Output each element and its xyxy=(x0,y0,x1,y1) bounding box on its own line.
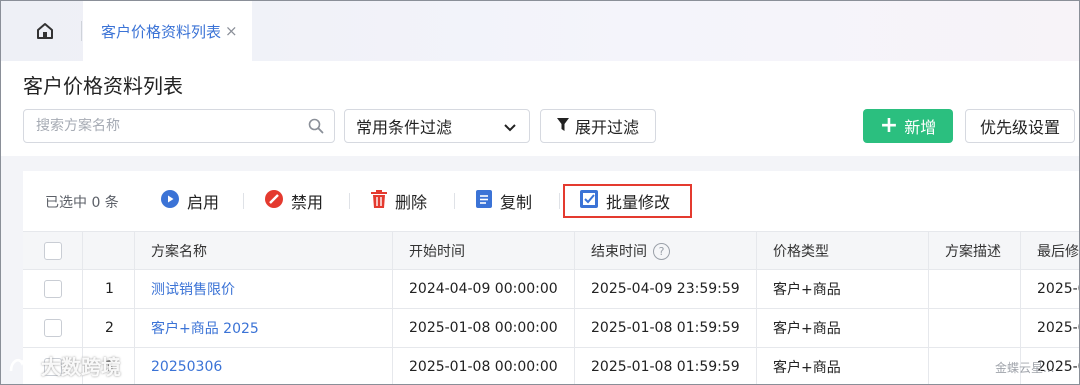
priority-settings-button[interactable]: 优先级设置 xyxy=(965,109,1075,143)
row-end-time: 2025-01-08 01:59:59 xyxy=(575,348,757,384)
tab-customer-price-list[interactable]: 客户价格资料列表 × xyxy=(83,1,252,61)
watermark-right: 金蝶云星... xyxy=(995,361,1055,375)
header-start-time[interactable]: 开始时间 xyxy=(393,232,575,270)
watermark-left-text: 大数跨境 xyxy=(41,355,121,379)
toolbar-divider xyxy=(454,193,455,209)
tab-label: 客户价格资料列表 xyxy=(101,22,222,41)
batch-toolbar: 已选中 0 条 启用 禁用 删除 复制 批量修改 xyxy=(23,171,1079,231)
table-row[interactable]: 2 客户+商品 2025 2025-01-08 00:00:00 2025-01… xyxy=(23,309,1079,348)
header-index xyxy=(83,232,135,270)
row-checkbox[interactable] xyxy=(44,319,62,337)
table-row[interactable]: 1 测试销售限价 2024-04-09 00:00:00 2025-04-09 … xyxy=(23,270,1079,309)
checkbox-edit-icon xyxy=(580,190,598,212)
row-start-time: 2025-01-08 00:00:00 xyxy=(393,309,575,347)
row-start-time: 2024-04-09 00:00:00 xyxy=(393,270,575,308)
row-plan-desc xyxy=(929,309,1021,347)
expand-filter-label: 展开过滤 xyxy=(574,118,639,137)
search-box xyxy=(23,109,335,143)
priority-settings-label: 优先级设置 xyxy=(979,118,1060,137)
watermark-logo-icon xyxy=(9,354,35,378)
enable-button[interactable]: 启用 xyxy=(161,189,219,213)
row-price-type: 客户+商品 xyxy=(757,348,929,384)
copy-button[interactable]: 复制 xyxy=(476,189,532,213)
common-filter-select[interactable]: 常用条件过滤 xyxy=(344,109,530,143)
row-last-modified: 2025-0 xyxy=(1037,320,1079,336)
row-plan-desc xyxy=(929,270,1021,308)
disable-label: 禁用 xyxy=(291,193,324,212)
select-all-cell xyxy=(23,232,83,270)
row-price-type: 客户+商品 xyxy=(757,270,929,308)
page-title: 客户价格资料列表 xyxy=(23,74,183,98)
disable-button[interactable]: 禁用 xyxy=(265,189,323,213)
search-icon[interactable] xyxy=(308,118,324,138)
list-card: 已选中 0 条 启用 禁用 删除 复制 批量修改 方案名称 开始时间 结束时间 … xyxy=(23,171,1079,384)
copy-label: 复制 xyxy=(500,193,533,212)
row-select-cell xyxy=(23,309,83,347)
search-input[interactable] xyxy=(24,110,294,142)
row-plan-name-link[interactable]: 测试销售限价 xyxy=(135,270,393,308)
toolbar-divider xyxy=(243,193,244,209)
add-new-button[interactable]: + 新增 xyxy=(863,109,953,143)
row-start-time: 2025-01-08 00:00:00 xyxy=(393,348,575,384)
selected-count: 已选中 0 条 xyxy=(45,195,119,211)
home-icon[interactable] xyxy=(29,17,61,45)
delete-button[interactable]: 删除 xyxy=(371,189,427,213)
batch-edit-button[interactable]: 批量修改 xyxy=(580,189,670,213)
watermark-left: 大数跨境 xyxy=(9,351,121,380)
row-checkbox[interactable] xyxy=(44,280,62,298)
chevron-down-icon xyxy=(503,120,517,139)
table-header-row: 方案名称 开始时间 结束时间 ? 价格类型 方案描述 最后修 xyxy=(23,231,1079,270)
app-window: 客户价格资料列表 × 客户价格资料列表 常用条件过滤 xyxy=(0,0,1080,385)
header-end-time-label: 结束时间 xyxy=(591,244,647,260)
row-plan-name-link[interactable]: 20250306 xyxy=(135,348,393,384)
expand-filter-button[interactable]: 展开过滤 xyxy=(540,109,656,143)
row-price-type: 客户+商品 xyxy=(757,309,929,347)
common-filter-value: 常用条件过滤 xyxy=(356,118,453,137)
row-index: 1 xyxy=(83,270,135,308)
tab-divider xyxy=(81,21,82,41)
row-last-modified: 2025-0 xyxy=(1037,281,1079,297)
select-all-checkbox[interactable] xyxy=(44,242,62,260)
header-price-type[interactable]: 价格类型 xyxy=(757,232,929,270)
add-new-label: 新增 xyxy=(904,118,937,137)
plus-icon: + xyxy=(879,113,899,138)
tab-bar: 客户价格资料列表 × xyxy=(1,1,1079,61)
enable-label: 启用 xyxy=(187,193,220,212)
row-select-cell xyxy=(23,270,83,308)
table-row[interactable]: 3 20250306 2025-01-08 00:00:00 2025-01-0… xyxy=(23,348,1079,384)
header-last-modified[interactable]: 最后修 xyxy=(1021,232,1079,270)
play-circle-icon xyxy=(161,190,179,212)
filter-icon xyxy=(556,117,569,136)
delete-label: 删除 xyxy=(395,193,428,212)
ban-icon xyxy=(265,190,283,212)
header-plan-desc[interactable]: 方案描述 xyxy=(929,232,1021,270)
page-header: 客户价格资料列表 常用条件过滤 xyxy=(1,61,1079,156)
row-plan-name-link[interactable]: 客户+商品 2025 xyxy=(135,309,393,347)
header-plan-name[interactable]: 方案名称 xyxy=(135,232,393,270)
batch-edit-label: 批量修改 xyxy=(606,193,671,212)
document-icon xyxy=(476,190,492,212)
trash-icon xyxy=(371,190,387,212)
row-end-time: 2025-01-08 01:59:59 xyxy=(575,309,757,347)
toolbar-divider xyxy=(349,193,350,209)
help-icon[interactable]: ? xyxy=(653,242,670,260)
toolbar-divider xyxy=(559,193,560,209)
row-end-time: 2025-04-09 23:59:59 xyxy=(575,270,757,308)
row-index: 2 xyxy=(83,309,135,347)
header-end-time[interactable]: 结束时间 ? xyxy=(575,232,757,270)
close-icon[interactable]: × xyxy=(225,22,238,40)
